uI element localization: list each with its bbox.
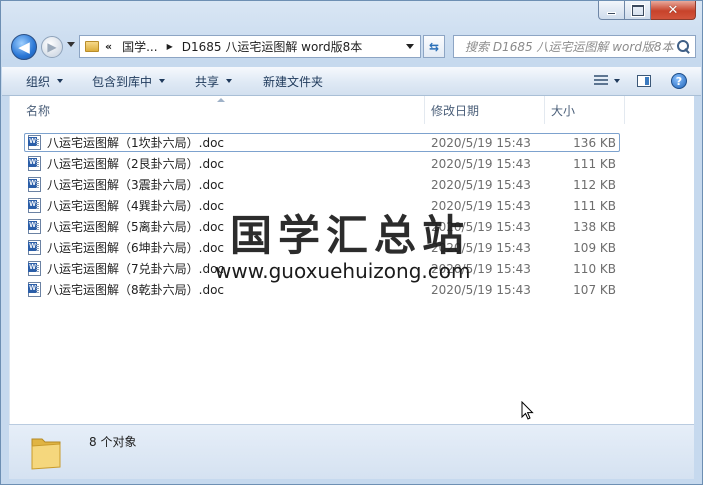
- file-name: 八运宅运图解（1坎卦六局）.doc: [47, 136, 225, 150]
- file-list: 名称 修改日期 大小 八运宅运图解（1坎卦六局）.doc 2020/5/19 1…: [9, 96, 694, 424]
- file-name: 八运宅运图解（6坤卦六局）.doc: [47, 241, 225, 255]
- file-name: 八运宅运图解（5离卦六局）.doc: [47, 220, 225, 234]
- column-header: 名称 修改日期 大小: [10, 96, 694, 124]
- column-size[interactable]: 大小: [545, 96, 625, 124]
- explorer-window: ✕ ◀ ▶ « 国学... ▶ D1685 八运宅运图解 word版8本 ⇆ 搜…: [0, 0, 703, 485]
- organize-menu[interactable]: 组织: [26, 73, 64, 90]
- include-in-library-menu[interactable]: 包含到库中: [92, 73, 166, 90]
- file-size: 112 KB: [573, 177, 616, 192]
- status-bar: 8 个对象: [9, 424, 694, 479]
- file-date: 2020/5/19 15:43: [431, 177, 531, 192]
- breadcrumb-separator-icon[interactable]: ▶: [167, 42, 173, 51]
- command-bar: 组织 包含到库中 共享 新建文件夹 ?: [2, 67, 701, 96]
- include-in-library-label: 包含到库中: [92, 74, 153, 89]
- address-bar[interactable]: « 国学... ▶ D1685 八运宅运图解 word版8本: [79, 35, 421, 58]
- word-document-icon: [28, 135, 41, 150]
- chevron-down-icon[interactable]: [614, 79, 620, 83]
- breadcrumb-parent[interactable]: 国学...: [122, 38, 157, 55]
- folder-icon: [85, 41, 99, 52]
- search-box[interactable]: 搜索 D1685 八运宅运图解 word版8本: [453, 35, 696, 58]
- close-button[interactable]: ✕: [651, 1, 696, 20]
- new-folder-label: 新建文件夹: [263, 74, 324, 89]
- refresh-icon: ⇆: [428, 39, 440, 54]
- search-icon[interactable]: [675, 39, 691, 55]
- file-row[interactable]: 八运宅运图解（3震卦六局）.doc 2020/5/19 15:43 112 KB: [10, 174, 694, 195]
- organize-label: 组织: [26, 74, 51, 89]
- share-label: 共享: [195, 74, 220, 89]
- folder-icon: [31, 438, 61, 470]
- file-size: 109 KB: [573, 240, 616, 255]
- file-row[interactable]: 八运宅运图解（2艮卦六局）.doc 2020/5/19 15:43 111 KB: [10, 153, 694, 174]
- forward-button[interactable]: ▶: [41, 36, 63, 58]
- refresh-button[interactable]: ⇆: [423, 35, 445, 58]
- minimize-icon: [607, 11, 616, 15]
- file-row[interactable]: 八运宅运图解（1坎卦六局）.doc 2020/5/19 15:43 136 KB: [10, 132, 694, 153]
- word-document-icon: [28, 156, 41, 171]
- chevron-down-icon: [57, 79, 64, 83]
- file-size: 110 KB: [573, 261, 616, 276]
- minimize-button[interactable]: [598, 1, 625, 20]
- forward-arrow-icon: ▶: [47, 40, 57, 54]
- word-document-icon: [28, 261, 41, 276]
- close-icon: ✕: [667, 2, 679, 18]
- word-document-icon: [28, 219, 41, 234]
- preview-pane-icon[interactable]: [637, 75, 651, 87]
- file-name: 八运宅运图解（4巽卦六局）.doc: [47, 199, 225, 213]
- file-size: 138 KB: [573, 219, 616, 234]
- word-document-icon: [28, 177, 41, 192]
- file-name: 八运宅运图解（7兑卦六局）.doc: [47, 262, 225, 276]
- item-count: 8 个对象: [89, 435, 137, 449]
- view-options-icon[interactable]: [594, 75, 608, 87]
- back-arrow-icon: ◀: [18, 38, 30, 56]
- file-name: 八运宅运图解（8乾卦六局）.doc: [47, 283, 225, 297]
- file-size: 111 KB: [573, 198, 616, 213]
- search-input[interactable]: 搜索 D1685 八运宅运图解 word版8本: [454, 38, 675, 55]
- column-name-label: 名称: [26, 103, 51, 118]
- file-name: 八运宅运图解（2艮卦六局）.doc: [47, 157, 225, 171]
- file-size: 107 KB: [573, 282, 616, 297]
- breadcrumb-current[interactable]: D1685 八运宅运图解 word版8本: [182, 38, 363, 55]
- address-overflow-chevron[interactable]: «: [105, 40, 112, 53]
- file-date: 2020/5/19 15:43: [431, 135, 531, 150]
- new-folder-button[interactable]: 新建文件夹: [263, 73, 323, 90]
- chevron-down-icon: [226, 79, 233, 83]
- column-date-modified[interactable]: 修改日期: [425, 96, 545, 124]
- word-document-icon: [28, 240, 41, 255]
- watermark-url: www.guoxuehuizong.com: [215, 259, 471, 283]
- file-name: 八运宅运图解（3震卦六局）.doc: [47, 178, 225, 192]
- navigation-bar: ◀ ▶ « 国学... ▶ D1685 八运宅运图解 word版8本 ⇆ 搜索 …: [9, 34, 696, 60]
- maximize-icon: [631, 4, 644, 16]
- recent-pages-dropdown[interactable]: [67, 42, 75, 47]
- word-document-icon: [28, 282, 41, 297]
- caption-buttons: ✕: [598, 1, 696, 20]
- chevron-down-icon: [159, 79, 166, 83]
- sort-ascending-icon: [217, 98, 225, 102]
- back-button[interactable]: ◀: [11, 34, 37, 60]
- toolbar-right: ?: [594, 67, 701, 95]
- cursor-arrow-icon: [521, 401, 534, 420]
- column-size-label: 大小: [551, 103, 576, 118]
- watermark-title: 国学汇总站: [230, 211, 471, 260]
- help-icon[interactable]: ?: [671, 73, 687, 89]
- file-size: 136 KB: [573, 135, 616, 150]
- file-size: 111 KB: [573, 156, 616, 171]
- file-date: 2020/5/19 15:43: [431, 156, 531, 171]
- share-menu[interactable]: 共享: [195, 73, 233, 90]
- column-date-label: 修改日期: [431, 103, 480, 118]
- address-dropdown-icon[interactable]: [406, 44, 414, 49]
- word-document-icon: [28, 198, 41, 213]
- file-date: 2020/5/19 15:43: [431, 282, 531, 297]
- maximize-button[interactable]: [625, 1, 651, 20]
